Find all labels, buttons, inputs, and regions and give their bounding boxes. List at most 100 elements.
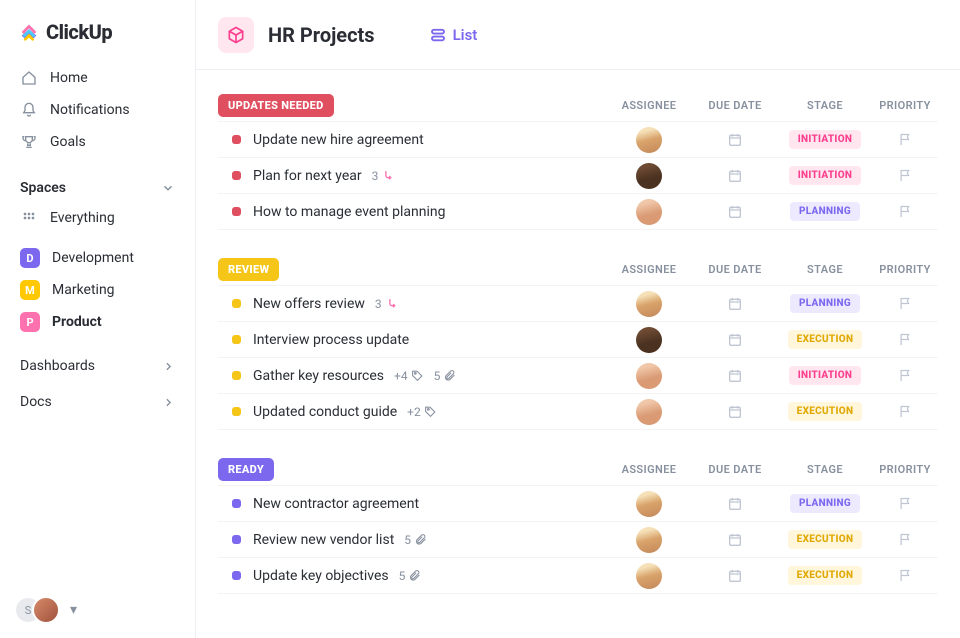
tag-count[interactable]: +2 (407, 405, 437, 419)
space-label: Marketing (52, 282, 115, 298)
priority-cell[interactable] (872, 168, 938, 183)
task-row[interactable]: New contractor agreementPLANNING (218, 485, 938, 522)
priority-cell[interactable] (872, 296, 938, 311)
task-row[interactable]: Plan for next year3INITIATION (218, 157, 938, 194)
due-date-cell[interactable] (692, 168, 778, 184)
calendar-icon (727, 532, 743, 548)
clickup-logo-icon (18, 21, 40, 43)
space-item-marketing[interactable]: M Marketing (14, 274, 181, 306)
column-priority[interactable]: PRIORITY (872, 263, 938, 276)
column-headers: ASSIGNEEDUE DATESTAGEPRIORITY (606, 99, 938, 112)
task-row[interactable]: How to manage event planningPLANNING (218, 193, 938, 230)
nav-label: Home (50, 70, 88, 86)
assignee-cell[interactable] (606, 491, 692, 517)
group-header: UPDATES NEEDED ASSIGNEEDUE DATESTAGEPRIOR… (218, 88, 938, 122)
due-date-cell[interactable] (692, 532, 778, 548)
status-pill[interactable]: UPDATES NEEDED (218, 94, 334, 117)
priority-cell[interactable] (872, 204, 938, 219)
assignee-cell[interactable] (606, 291, 692, 317)
group-header: READY ASSIGNEEDUE DATESTAGEPRIORITY (218, 452, 938, 486)
column-assignee[interactable]: ASSIGNEE (606, 463, 692, 476)
space-badge: M (20, 280, 40, 300)
subtask-number: 3 (375, 297, 382, 311)
status-pill[interactable]: REVIEW (218, 258, 279, 281)
column-due[interactable]: DUE DATE (692, 463, 778, 476)
view-list-button[interactable]: List (429, 26, 478, 44)
column-due[interactable]: DUE DATE (692, 263, 778, 276)
assignee-cell[interactable] (606, 327, 692, 353)
assignee-cell[interactable] (606, 363, 692, 389)
stage-cell[interactable]: INITIATION (778, 366, 872, 385)
user-menu[interactable]: S ▾ (14, 596, 81, 624)
nav-home[interactable]: Home (14, 62, 181, 94)
nav-label: Notifications (50, 102, 130, 118)
assignee-cell[interactable] (606, 163, 692, 189)
due-date-cell[interactable] (692, 496, 778, 512)
column-stage[interactable]: STAGE (778, 263, 872, 276)
assignee-cell[interactable] (606, 199, 692, 225)
due-date-cell[interactable] (692, 204, 778, 220)
task-row[interactable]: Gather key resources+45INITIATION (218, 357, 938, 394)
due-date-cell[interactable] (692, 296, 778, 312)
subtask-count[interactable]: 3 (372, 169, 395, 183)
task-row[interactable]: New offers review3PLANNING (218, 285, 938, 322)
priority-cell[interactable] (872, 404, 938, 419)
column-priority[interactable]: PRIORITY (872, 463, 938, 476)
stage-cell[interactable]: INITIATION (778, 166, 872, 185)
space-everything[interactable]: Everything (14, 202, 181, 234)
stage-cell[interactable]: PLANNING (778, 294, 872, 313)
stage-cell[interactable]: EXECUTION (778, 330, 872, 349)
stage-cell[interactable]: EXECUTION (778, 530, 872, 549)
task-row[interactable]: Update new hire agreementINITIATION (218, 121, 938, 158)
stage-cell[interactable]: INITIATION (778, 130, 872, 149)
assignee-cell[interactable] (606, 527, 692, 553)
priority-cell[interactable] (872, 368, 938, 383)
brand-logo[interactable]: ClickUp (14, 20, 181, 44)
spaces-header[interactable]: Spaces (14, 180, 181, 196)
task-row[interactable]: Update key objectives5EXECUTION (218, 557, 938, 594)
status-pill[interactable]: READY (218, 458, 274, 481)
assignee-cell[interactable] (606, 127, 692, 153)
priority-cell[interactable] (872, 332, 938, 347)
priority-cell[interactable] (872, 496, 938, 511)
stage-cell[interactable]: PLANNING (778, 202, 872, 221)
assignee-avatar (636, 363, 662, 389)
nav-docs[interactable]: Docs (14, 394, 181, 410)
column-stage[interactable]: STAGE (778, 99, 872, 112)
column-priority[interactable]: PRIORITY (872, 99, 938, 112)
priority-cell[interactable] (872, 532, 938, 547)
nav-notifications[interactable]: Notifications (14, 94, 181, 126)
due-date-cell[interactable] (692, 404, 778, 420)
space-item-product[interactable]: PProduct (14, 306, 181, 338)
attachment-count[interactable]: 5 (434, 369, 457, 383)
assignee-cell[interactable] (606, 399, 692, 425)
due-date-cell[interactable] (692, 368, 778, 384)
assignee-avatar (636, 127, 662, 153)
space-item-development[interactable]: DDevelopment (14, 242, 181, 274)
due-date-cell[interactable] (692, 568, 778, 584)
tag-count[interactable]: +4 (394, 369, 424, 383)
task-group: REVIEWASSIGNEEDUE DATESTAGEPRIORITYNew o… (218, 252, 938, 430)
task-row[interactable]: Review new vendor list5EXECUTION (218, 521, 938, 558)
column-due[interactable]: DUE DATE (692, 99, 778, 112)
subtask-count[interactable]: 3 (375, 297, 398, 311)
section-label: Dashboards (20, 358, 95, 374)
due-date-cell[interactable] (692, 332, 778, 348)
stage-cell[interactable]: EXECUTION (778, 566, 872, 585)
column-assignee[interactable]: ASSIGNEE (606, 99, 692, 112)
stage-cell[interactable]: PLANNING (778, 494, 872, 513)
nav-dashboards[interactable]: Dashboards (14, 358, 181, 374)
priority-cell[interactable] (872, 132, 938, 147)
attachment-count[interactable]: 5 (404, 533, 427, 547)
column-stage[interactable]: STAGE (778, 463, 872, 476)
nav-goals[interactable]: Goals (14, 126, 181, 158)
due-date-cell[interactable] (692, 132, 778, 148)
column-assignee[interactable]: ASSIGNEE (606, 263, 692, 276)
task-row[interactable]: Interview process updateEXECUTION (218, 321, 938, 358)
priority-cell[interactable] (872, 568, 938, 583)
attachment-count[interactable]: 5 (399, 569, 422, 583)
main-panel: HR Projects List UPDATES NEEDEDASSIGNEED… (196, 0, 960, 638)
stage-cell[interactable]: EXECUTION (778, 402, 872, 421)
task-row[interactable]: Updated conduct guide+2EXECUTION (218, 393, 938, 430)
assignee-cell[interactable] (606, 563, 692, 589)
